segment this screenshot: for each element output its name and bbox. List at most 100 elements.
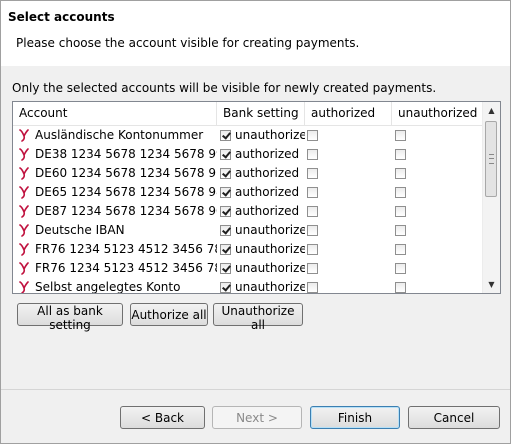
unauthorized-cell [392, 202, 482, 221]
authorize-all-button[interactable]: Authorize all [130, 303, 208, 326]
column-header-account[interactable]: Account [13, 102, 217, 125]
authorized-cell [305, 278, 392, 293]
table-row[interactable]: DE60 1234 5678 1234 5678 91 authorized [13, 164, 482, 183]
cancel-button[interactable]: Cancel [408, 406, 500, 429]
authorized-cell [305, 164, 392, 183]
account-name: Deutsche IBAN [35, 223, 125, 237]
bank-setting-checkbox[interactable] [220, 149, 231, 160]
account-name: DE65 1234 5678 1234 5678 98 [35, 185, 217, 199]
page-subtitle: Please choose the account visible for cr… [16, 36, 360, 50]
account-y-icon [19, 205, 29, 218]
column-header-bank-setting[interactable]: Bank setting [217, 102, 305, 125]
scroll-up-arrow-icon[interactable]: ▲ [483, 102, 500, 119]
table-header: Account Bank setting authorized unauthor… [13, 102, 482, 126]
finish-button[interactable]: Finish [310, 406, 400, 429]
bank-setting-checkbox[interactable] [220, 282, 231, 293]
account-y-icon [19, 243, 29, 256]
bank-setting-cell: unauthorized [217, 126, 305, 145]
account-name: DE60 1234 5678 1234 5678 91 [35, 166, 217, 180]
header-divider [1, 65, 510, 66]
grip-icon [489, 154, 494, 164]
account-cell: DE60 1234 5678 1234 5678 91 [13, 164, 217, 183]
account-cell: FR76 1234 5123 4512 3456 7890 2... [13, 259, 217, 278]
bank-setting-cell: unauthorized [217, 240, 305, 259]
unauthorized-cell [392, 126, 482, 145]
authorized-checkbox[interactable] [307, 187, 318, 198]
bank-setting-label: unauthorized [235, 261, 305, 275]
unauthorized-checkbox[interactable] [395, 244, 406, 255]
accounts-table[interactable]: Account Bank setting authorized unauthor… [12, 101, 501, 294]
dialog-window: Select accounts Please choose the accoun… [0, 0, 511, 444]
unauthorized-checkbox[interactable] [395, 263, 406, 274]
unauthorized-checkbox[interactable] [395, 225, 406, 236]
bank-setting-label: authorized [235, 147, 300, 161]
unauthorized-cell [392, 259, 482, 278]
table-row[interactable]: Selbst angelegtes Konto unauthorized [13, 278, 482, 294]
bank-setting-label: unauthorized [235, 280, 305, 294]
authorized-checkbox[interactable] [307, 282, 318, 293]
column-header-unauthorized[interactable]: unauthorized [392, 102, 482, 125]
bank-setting-checkbox[interactable] [220, 225, 231, 236]
unauthorized-checkbox[interactable] [395, 149, 406, 160]
bank-setting-label: authorized [235, 204, 300, 218]
account-y-icon [19, 262, 29, 275]
authorized-checkbox[interactable] [307, 263, 318, 274]
unauthorized-checkbox[interactable] [395, 206, 406, 217]
table-row[interactable]: Ausländische Kontonummer unauthorized [13, 126, 482, 145]
account-cell: Selbst angelegtes Konto [13, 278, 217, 294]
account-y-icon [19, 281, 29, 293]
unauthorized-cell [392, 221, 482, 240]
bank-setting-checkbox[interactable] [220, 168, 231, 179]
account-cell: DE38 1234 5678 1234 5678 99 [13, 145, 217, 164]
account-y-icon [19, 148, 29, 161]
back-button[interactable]: < Back [120, 406, 205, 429]
bank-setting-checkbox[interactable] [220, 206, 231, 217]
scroll-down-arrow-icon[interactable]: ▼ [483, 276, 500, 293]
account-y-icon [19, 167, 29, 180]
bank-setting-checkbox[interactable] [220, 130, 231, 141]
table-row[interactable]: Deutsche IBAN unauthorized [13, 221, 482, 240]
authorized-checkbox[interactable] [307, 130, 318, 141]
table-row[interactable]: FR76 1234 5123 4512 3456 7890 2... unauth… [13, 259, 482, 278]
table-scrollbar[interactable]: ▲ ▼ [482, 102, 500, 293]
authorized-checkbox[interactable] [307, 149, 318, 160]
unauthorized-checkbox[interactable] [395, 130, 406, 141]
unauthorized-cell [392, 278, 482, 293]
authorized-cell [305, 240, 392, 259]
bank-setting-checkbox[interactable] [220, 263, 231, 274]
unauthorize-all-button[interactable]: Unauthorize all [213, 303, 303, 332]
authorized-cell [305, 221, 392, 240]
authorized-cell [305, 259, 392, 278]
authorized-checkbox[interactable] [307, 206, 318, 217]
table-row[interactable]: DE38 1234 5678 1234 5678 99 authorized [13, 145, 482, 164]
bank-setting-label: authorized [235, 185, 300, 199]
unauthorized-checkbox[interactable] [395, 187, 406, 198]
scrollbar-thumb[interactable] [485, 121, 497, 197]
account-name: FR76 1234 5123 4512 3456 7890 2... [35, 261, 217, 275]
authorized-checkbox[interactable] [307, 168, 318, 179]
footer-divider [1, 389, 510, 390]
authorized-checkbox[interactable] [307, 225, 318, 236]
table-row[interactable]: FR76 1234 5123 4512 3456 7890 1... unauth… [13, 240, 482, 259]
bank-setting-label: authorized [235, 166, 300, 180]
account-cell: DE87 1234 5678 1234 5678 90 [13, 202, 217, 221]
authorized-checkbox[interactable] [307, 244, 318, 255]
bank-setting-checkbox[interactable] [220, 244, 231, 255]
instruction-text: Only the selected accounts will be visib… [12, 81, 437, 95]
account-y-icon [19, 129, 29, 142]
all-as-bank-setting-button[interactable]: All as bank setting [17, 303, 123, 332]
unauthorized-checkbox[interactable] [395, 282, 406, 293]
bank-setting-cell: unauthorized [217, 278, 305, 294]
bank-setting-checkbox[interactable] [220, 187, 231, 198]
table-row[interactable]: DE65 1234 5678 1234 5678 98 authorized [13, 183, 482, 202]
account-name: Selbst angelegtes Konto [35, 280, 181, 294]
column-header-authorized[interactable]: authorized [305, 102, 392, 125]
account-cell: Ausländische Kontonummer [13, 126, 217, 145]
bank-setting-cell: authorized [217, 183, 305, 202]
account-cell: Deutsche IBAN [13, 221, 217, 240]
bank-setting-cell: unauthorized [217, 221, 305, 240]
bank-setting-cell: authorized [217, 145, 305, 164]
bank-setting-label: unauthorized [235, 242, 305, 256]
unauthorized-checkbox[interactable] [395, 168, 406, 179]
table-row[interactable]: DE87 1234 5678 1234 5678 90 authorized [13, 202, 482, 221]
